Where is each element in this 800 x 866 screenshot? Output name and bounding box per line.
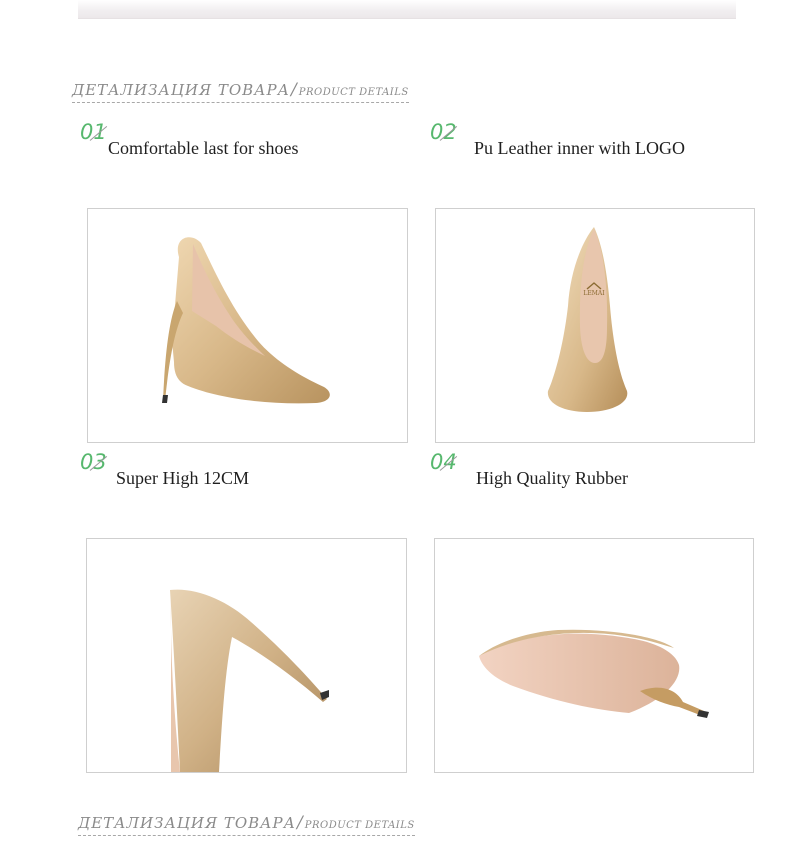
gold-pump-side-view-image [162, 237, 330, 404]
detail-number-2: 02 [430, 120, 457, 144]
heading-english-text-bottom: PRODUCT DETAILS [304, 820, 415, 831]
detail-item-2: 02 Pu Leather inner with LOGO [430, 122, 685, 159]
photo-front-logo-view: LEMAI [435, 208, 755, 443]
heading-russian-text-bottom: ДЕТАЛИЗАЦИЯ ТОВАРА [78, 814, 296, 832]
top-banner-strip [78, 0, 736, 19]
heading-slash-bottom: / [297, 813, 304, 833]
detail-label-1: Comfortable last for shoes [108, 138, 299, 158]
detail-number-1: 01 [80, 120, 107, 144]
detail-label-4: High Quality Rubber [476, 468, 628, 488]
photo-side-view [87, 208, 408, 443]
section-heading-bottom: ДЕТАЛИЗАЦИЯ ТОВАРА/PRODUCT DETAILS [78, 813, 415, 836]
heading-english-text: PRODUCT DETAILS [298, 87, 409, 98]
heading-slash: / [291, 80, 298, 100]
detail-item-3: 03 Super High 12CM [80, 452, 249, 489]
detail-label-2: Pu Leather inner with LOGO [474, 138, 685, 158]
detail-item-4: 04 High Quality Rubber [430, 452, 628, 489]
gold-pump-heel-closeup-image [170, 589, 329, 772]
photo-heel-closeup [86, 538, 407, 773]
detail-item-1: 01 Comfortable last for shoes [80, 122, 298, 159]
photo-sole-view [434, 538, 754, 773]
gold-pump-sole-view-image [479, 629, 709, 718]
gold-pump-front-logo-view-image: LEMAI [547, 227, 628, 412]
brand-logo-text: LEMAI [583, 290, 605, 297]
section-heading-top: ДЕТАЛИЗАЦИЯ ТОВАРА/PRODUCT DETAILS [72, 80, 409, 103]
detail-number-3: 03 [80, 450, 107, 474]
detail-label-3: Super High 12CM [116, 468, 250, 488]
heading-russian-text: ДЕТАЛИЗАЦИЯ ТОВАРА [72, 81, 290, 99]
detail-number-4: 04 [430, 450, 457, 474]
